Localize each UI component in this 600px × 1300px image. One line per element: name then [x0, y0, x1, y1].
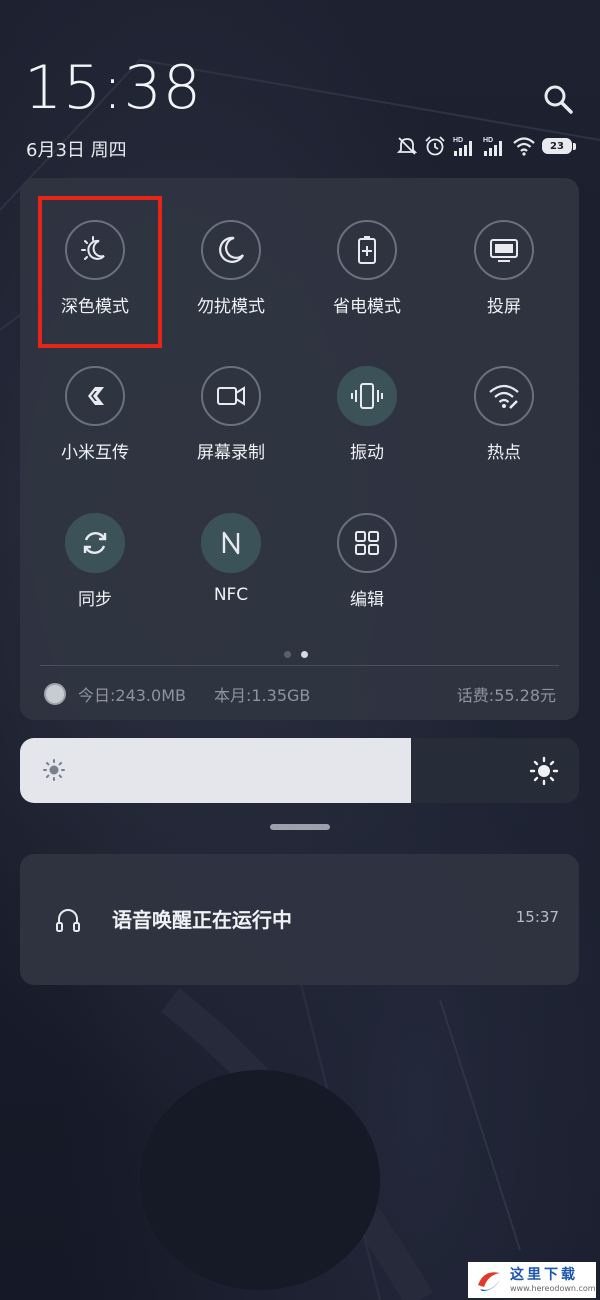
svg-text:HD: HD [483, 137, 493, 144]
alarm-icon [425, 136, 445, 156]
battery-icon: 23 [542, 138, 576, 154]
tile-screencast[interactable]: 投屏 [444, 220, 564, 317]
tile-mi-share[interactable]: 小米互传 [35, 366, 155, 463]
tile-label: 同步 [78, 590, 112, 610]
hd-signal-icon: HD [483, 137, 502, 156]
watermark-url: www.hereodown.com [510, 1283, 596, 1293]
tile-label: 编辑 [350, 590, 384, 610]
screencast-icon [474, 220, 534, 280]
brightness-slider[interactable] [20, 738, 579, 803]
page-dot-active[interactable] [301, 651, 308, 658]
data-usage-icon [44, 683, 66, 705]
mi-share-icon [65, 366, 125, 426]
watermark-logo-icon [478, 1272, 500, 1291]
divider [40, 665, 559, 666]
notification-time: 15:37 [515, 908, 559, 926]
notification-title: 语音唤醒正在运行中 [112, 908, 292, 932]
data-month: 本月:1.35GB [213, 686, 311, 705]
tile-battery-saver[interactable]: 省电模式 [307, 220, 427, 317]
search-icon[interactable] [542, 83, 574, 115]
tile-label: 勿扰模式 [197, 297, 265, 317]
data-today: 今日:243.0MB [78, 686, 186, 705]
headset-icon [56, 909, 80, 932]
battery-level: 23 [550, 140, 564, 152]
tile-nfc[interactable]: NFC [171, 513, 291, 605]
tile-label: 屏幕录制 [197, 443, 265, 463]
highlight-box [38, 196, 162, 348]
page-indicator [284, 651, 308, 658]
brightness-high-icon [529, 756, 559, 786]
tile-edit[interactable]: 编辑 [307, 513, 427, 610]
notification-card[interactable]: 语音唤醒正在运行中 15:37 [20, 854, 579, 985]
status-icons: HD HD 23 [396, 134, 576, 158]
tile-do-not-disturb[interactable]: 勿扰模式 [171, 220, 291, 317]
data-fee: 话费:55.28元 [456, 686, 556, 705]
tile-label: 投屏 [487, 297, 521, 317]
drag-handle[interactable] [270, 824, 330, 830]
tile-label: 省电模式 [333, 297, 401, 317]
tile-label: 振动 [350, 443, 384, 463]
vibrate-icon [337, 366, 397, 426]
svg-text:HD: HD [453, 137, 463, 144]
tile-sync[interactable]: 同步 [35, 513, 155, 610]
clock: 15:38 [24, 53, 202, 123]
date: 6月3日 周四 [26, 140, 127, 161]
tile-label: NFC [213, 585, 249, 605]
watermark-text: 这里下载 [510, 1266, 578, 1283]
wifi-icon [513, 137, 535, 156]
brightness-low-icon [43, 759, 65, 781]
sync-icon [65, 513, 125, 573]
watermark: 这里下载 www.hereodown.com [468, 1262, 596, 1298]
tile-screen-record[interactable]: 屏幕录制 [171, 366, 291, 463]
tile-vibrate[interactable]: 振动 [307, 366, 427, 463]
page-dot[interactable] [284, 651, 291, 658]
screen-record-icon [201, 366, 261, 426]
tile-label: 小米互传 [61, 443, 129, 463]
battery-saver-icon [337, 220, 397, 280]
edit-grid-icon [337, 513, 397, 573]
tile-hotspot[interactable]: 热点 [444, 366, 564, 463]
tile-label: 热点 [487, 443, 521, 463]
data-usage-row[interactable]: 今日:243.0MB 本月:1.35GB 话费:55.28元 [44, 680, 556, 708]
brightness-fill [20, 738, 412, 803]
hd-signal-icon: HD [453, 137, 472, 156]
moon-icon [201, 220, 261, 280]
hotspot-icon [474, 366, 534, 426]
nfc-icon [201, 513, 261, 573]
silent-icon [396, 137, 418, 155]
